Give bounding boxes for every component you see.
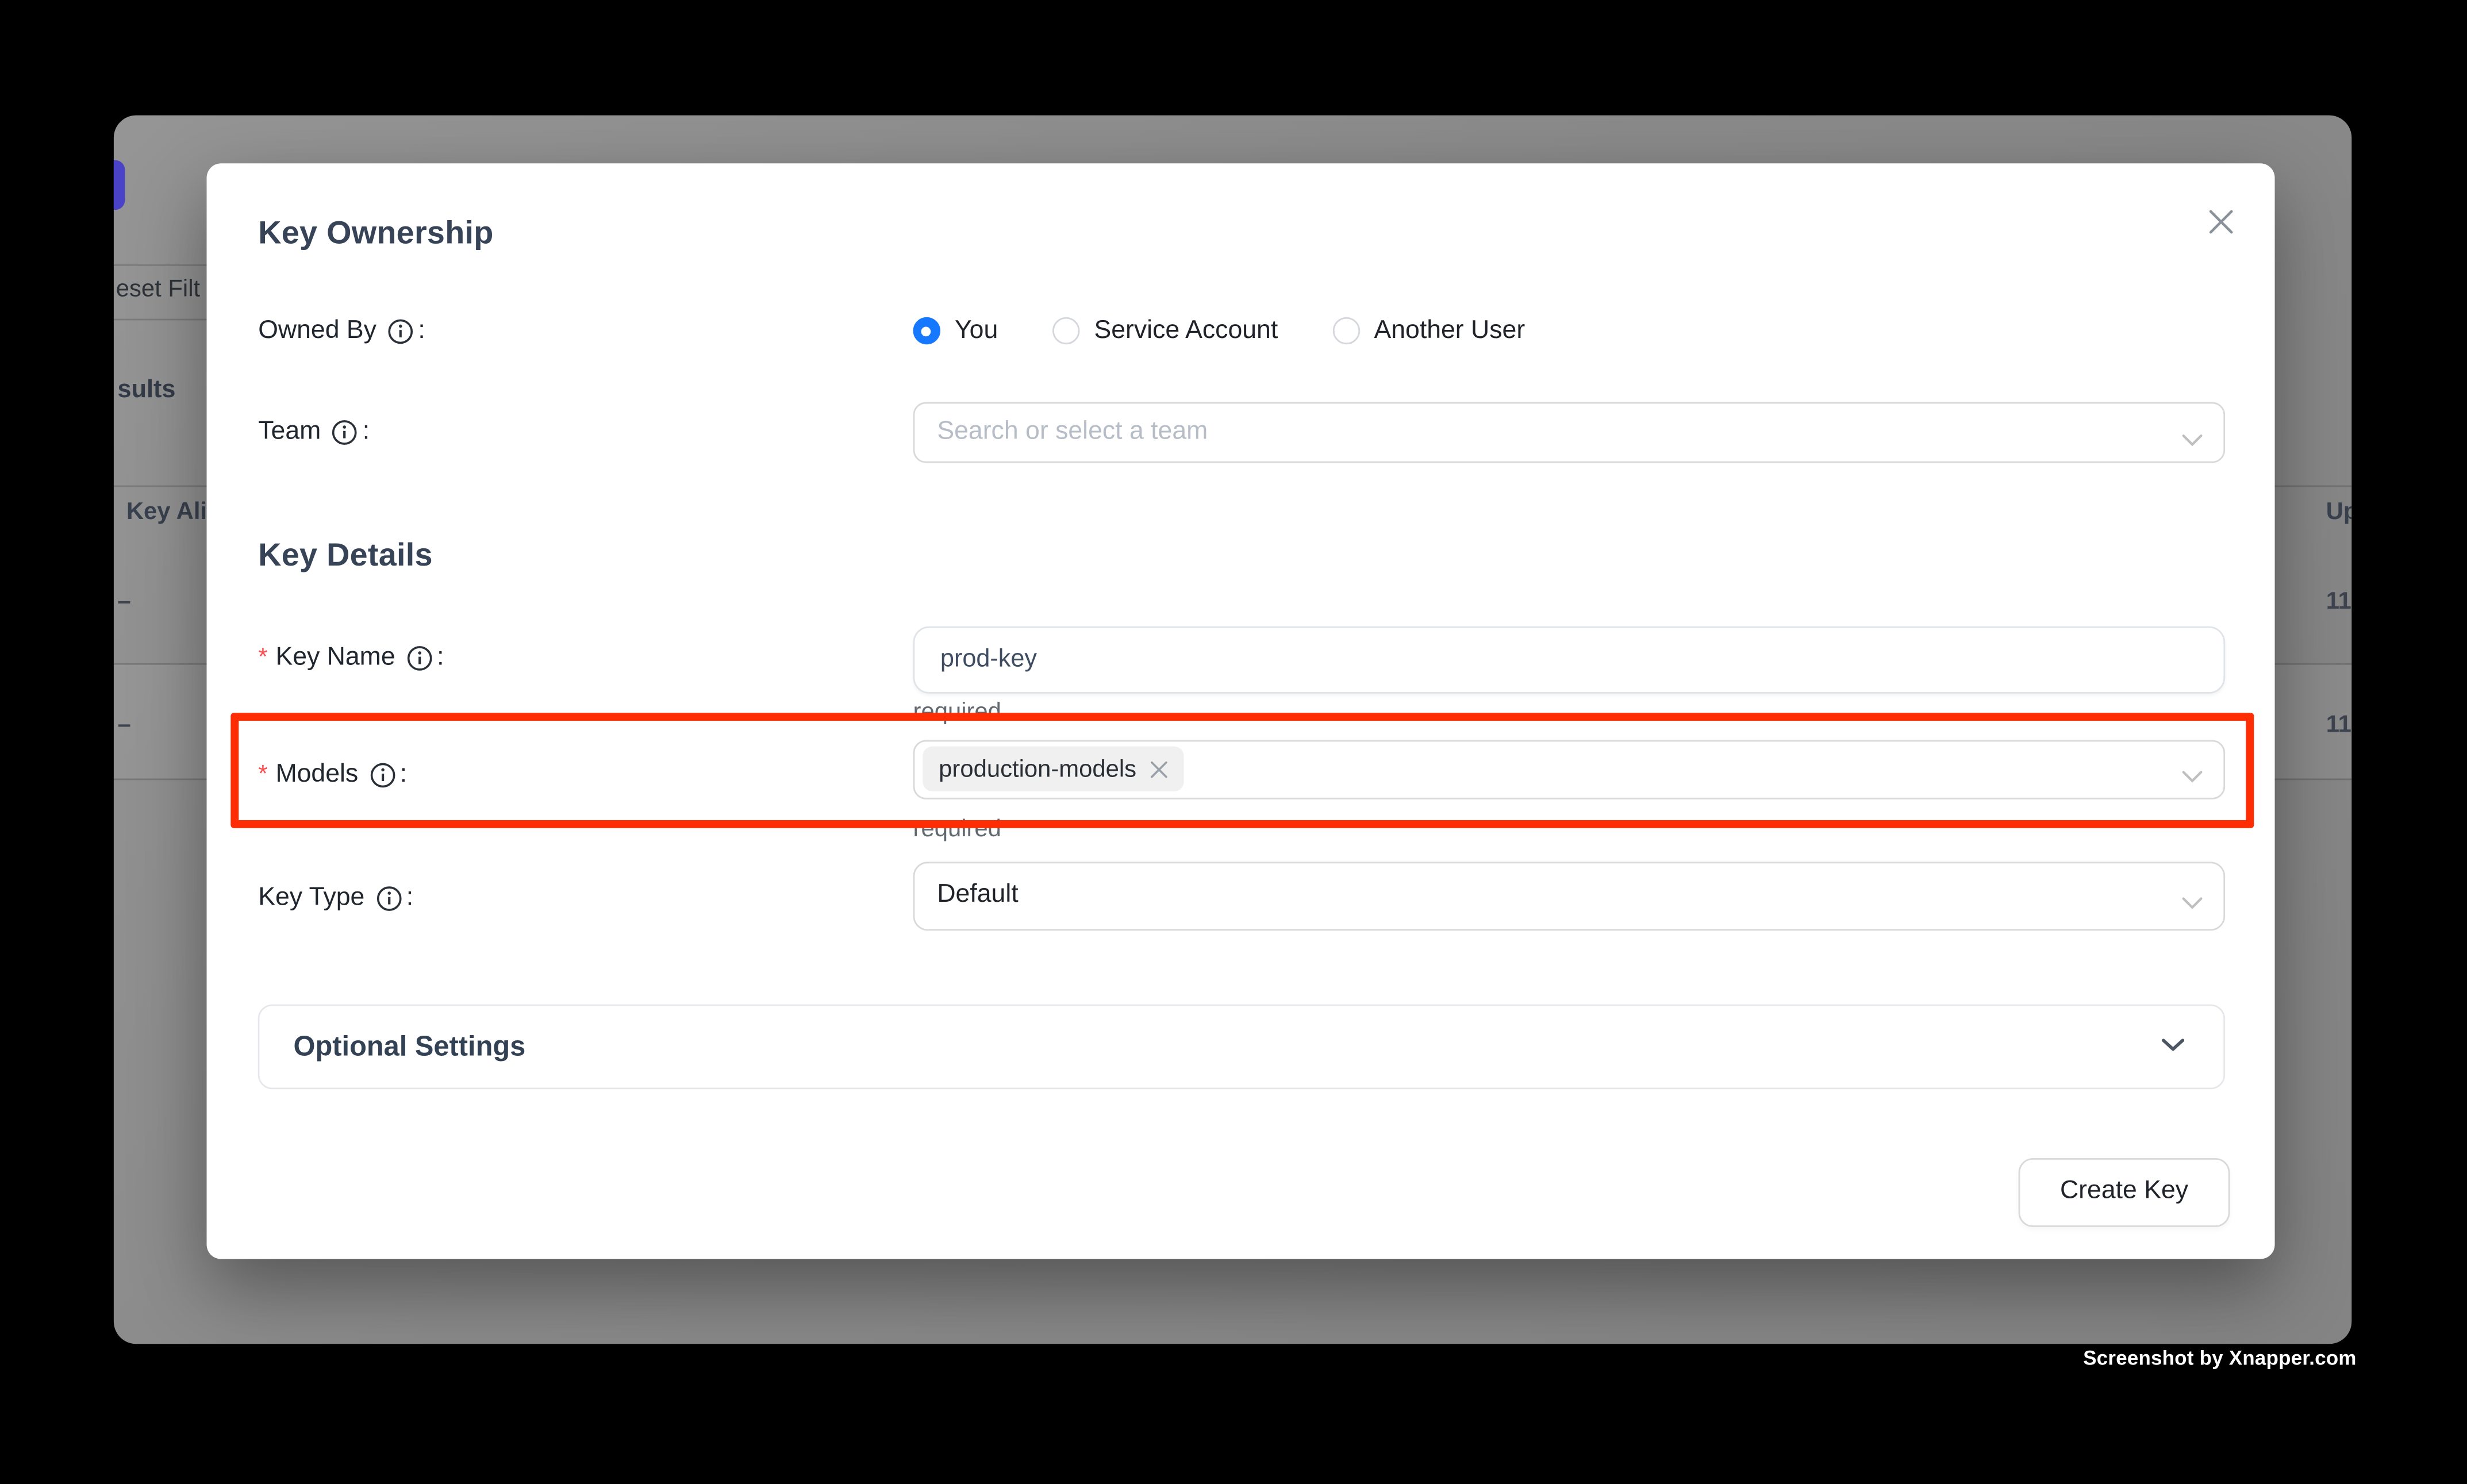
key-name-required-error: required bbox=[913, 697, 1001, 729]
modal-title: Key Ownership bbox=[258, 213, 493, 255]
chevron-down-icon bbox=[2182, 426, 2203, 455]
key-type-label: Key Type : bbox=[258, 880, 413, 918]
table-row-cell: 11/ bbox=[2326, 587, 2352, 614]
radio-another-user[interactable]: Another User bbox=[1332, 317, 1525, 346]
required-mark: * bbox=[258, 756, 267, 795]
info-icon[interactable] bbox=[370, 763, 395, 789]
info-icon[interactable] bbox=[376, 887, 402, 913]
screenshot-canvas: eset Filt sults Key Alia Up – 11/ – 11/ … bbox=[0, 0, 2467, 1484]
close-icon[interactable] bbox=[2201, 202, 2240, 241]
owned-by-radio-group: You Service Account Another User bbox=[913, 312, 1525, 351]
team-select-placeholder: Search or select a team bbox=[937, 418, 1208, 447]
radio-selected-icon[interactable] bbox=[913, 318, 940, 345]
model-tag: production-models bbox=[923, 747, 1184, 792]
team-label: Team : bbox=[258, 413, 370, 451]
radio-you[interactable]: You bbox=[913, 317, 998, 346]
models-select[interactable]: production-models bbox=[913, 740, 2226, 799]
divider bbox=[114, 264, 207, 266]
info-icon[interactable] bbox=[387, 319, 413, 345]
results-count-fragment: sults bbox=[118, 376, 176, 405]
optional-settings-toggle[interactable]: Optional Settings bbox=[258, 1004, 2224, 1089]
models-required-error: required bbox=[913, 814, 1001, 847]
team-select[interactable]: Search or select a team bbox=[913, 402, 2226, 463]
create-key-modal: Key Ownership Owned By : You Service Acc… bbox=[207, 164, 2275, 1259]
radio-unselected-icon[interactable] bbox=[1052, 318, 1079, 345]
key-name-label: * Key Name : bbox=[258, 639, 444, 677]
column-header-updated-fragment: Up bbox=[2326, 498, 2352, 525]
radio-service-account[interactable]: Service Account bbox=[1052, 317, 1278, 346]
radio-unselected-icon[interactable] bbox=[1332, 318, 1359, 345]
create-key-button[interactable]: Create Key bbox=[2019, 1158, 2230, 1227]
table-row-cell: – bbox=[118, 711, 131, 738]
tag-remove-icon[interactable] bbox=[1151, 761, 1169, 779]
background-primary-button-fragment bbox=[114, 160, 126, 209]
watermark-credit: Screenshot by Xnapper.com bbox=[2083, 1347, 2356, 1370]
reset-filters-fragment: eset Filt bbox=[116, 275, 200, 302]
info-icon[interactable] bbox=[406, 645, 432, 671]
chevron-down-icon bbox=[2182, 763, 2203, 792]
optional-settings-label: Optional Settings bbox=[294, 1030, 2161, 1064]
required-mark: * bbox=[258, 639, 267, 677]
divider bbox=[114, 319, 207, 321]
owned-by-label: Owned By : bbox=[258, 312, 425, 351]
table-row-cell: – bbox=[118, 587, 131, 614]
key-details-title: Key Details bbox=[258, 536, 433, 577]
chevron-down-icon bbox=[2182, 890, 2203, 918]
column-header-key-alias-fragment: Key Alia bbox=[126, 498, 220, 525]
key-name-input[interactable] bbox=[913, 626, 2226, 694]
info-icon[interactable] bbox=[332, 420, 358, 445]
key-type-value: Default bbox=[937, 882, 1018, 910]
models-label: * Models : bbox=[258, 756, 407, 795]
table-row-cell: 11/ bbox=[2326, 711, 2352, 738]
key-type-select[interactable]: Default bbox=[913, 862, 2226, 931]
chevron-down-icon bbox=[2161, 1032, 2185, 1061]
